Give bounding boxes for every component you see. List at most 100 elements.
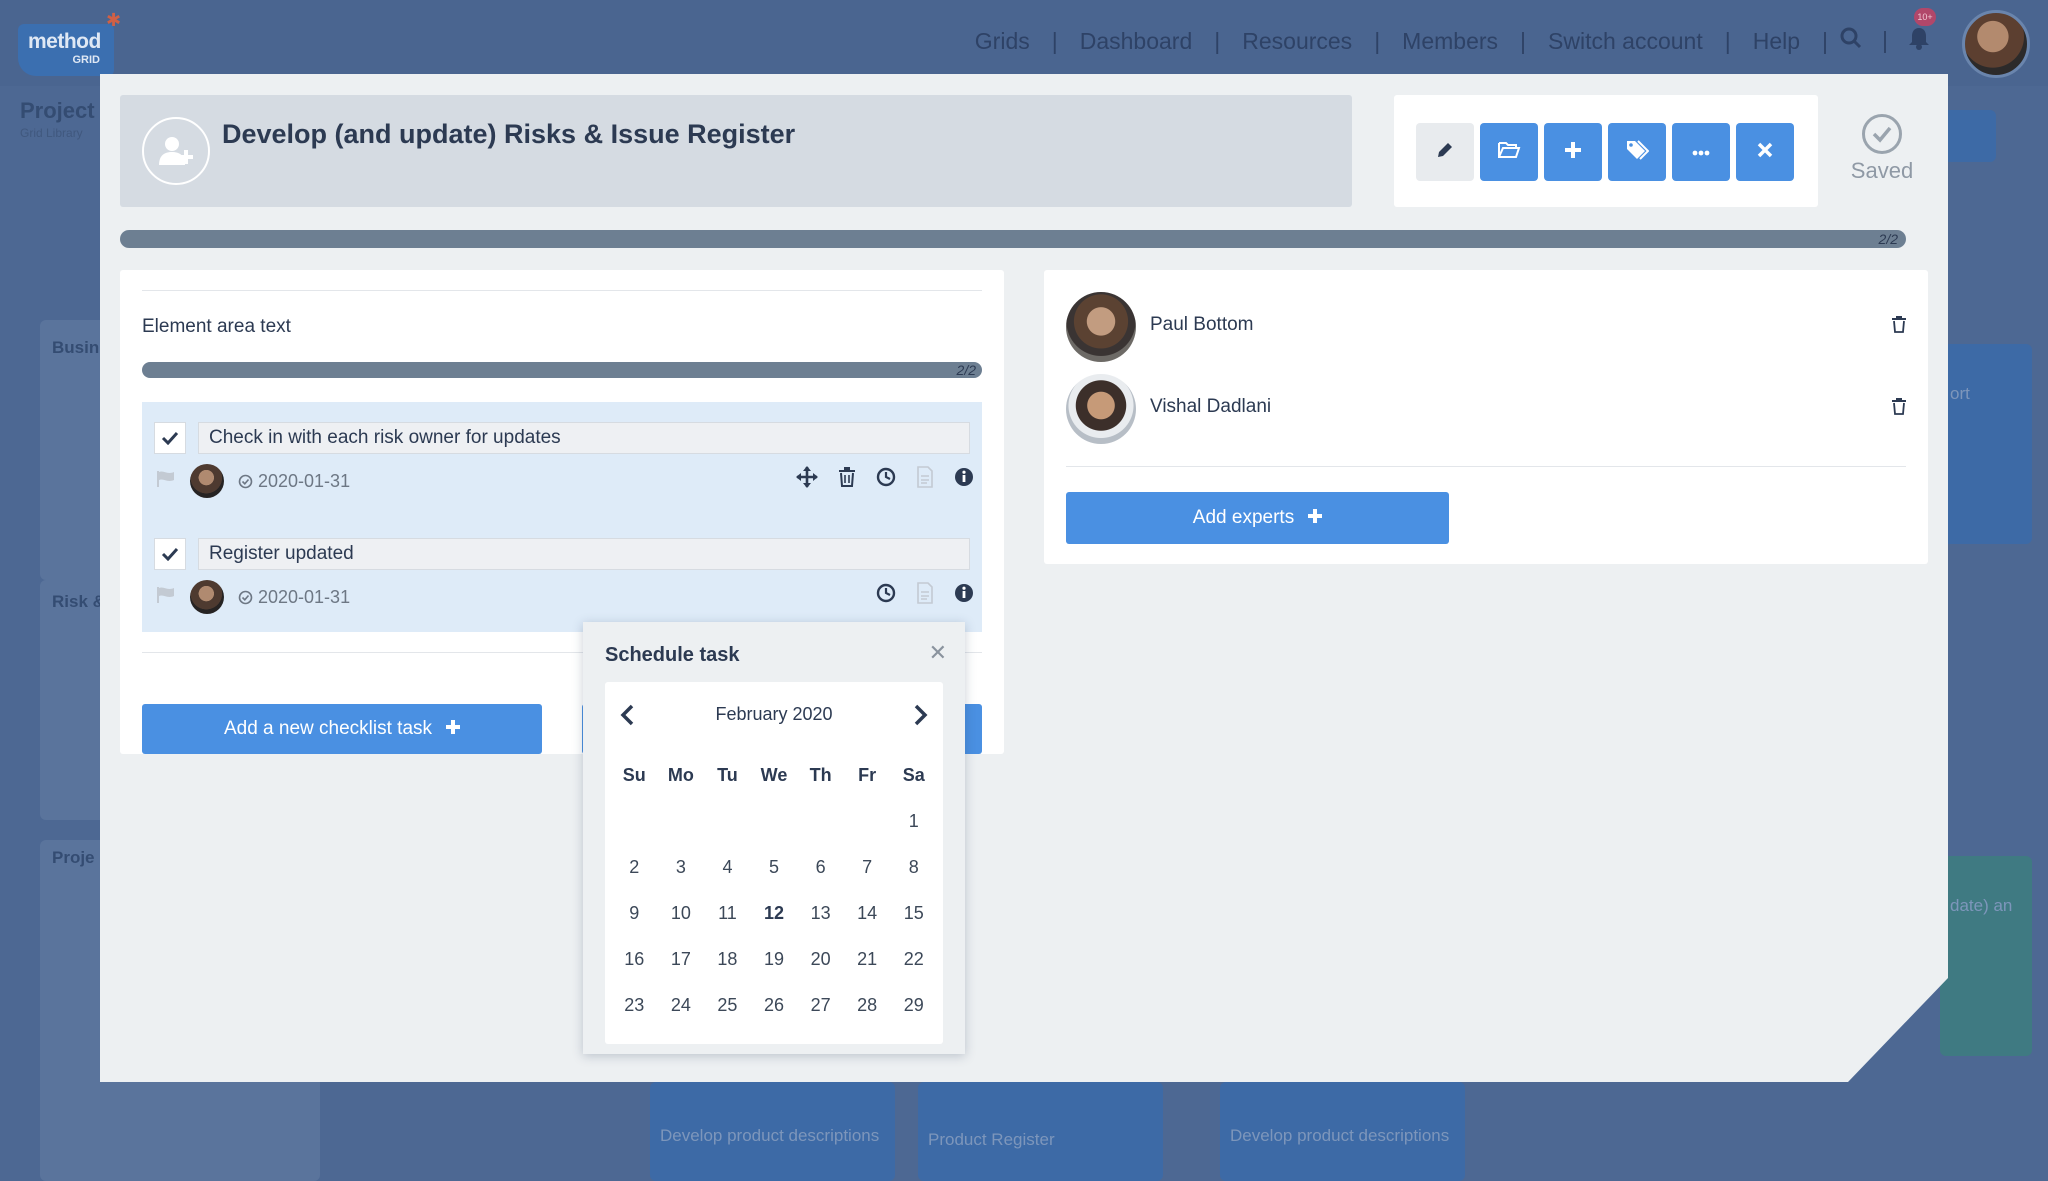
calendar-day[interactable]: 8	[890, 857, 937, 878]
page-title: Project	[20, 98, 95, 123]
nav-link-members[interactable]: Members	[1380, 28, 1520, 55]
edit-button[interactable]	[1416, 123, 1474, 181]
calendar-day[interactable]: 24	[658, 995, 705, 1016]
close-icon[interactable]: ✕	[929, 640, 947, 666]
weekday-header: Su Mo Tu We Th Fr Sa	[611, 752, 937, 798]
open-folder-button[interactable]	[1480, 123, 1538, 181]
assignee-avatar[interactable]	[190, 464, 224, 498]
bell-icon[interactable]	[1908, 26, 1930, 55]
checklist-item-meta: 2020-01-31	[156, 464, 350, 498]
divider	[142, 290, 982, 291]
clock-icon[interactable]	[876, 467, 896, 492]
checklist: Check in with each risk owner for update…	[142, 402, 982, 632]
search-icon[interactable]	[1840, 27, 1862, 54]
close-icon	[1757, 142, 1773, 163]
document-icon[interactable]	[916, 582, 934, 609]
calendar-day[interactable]: 14	[844, 903, 891, 924]
notification-badge: 10+	[1914, 8, 1936, 26]
chevron-right-icon[interactable]	[905, 700, 935, 730]
nav-icons: |	[1840, 26, 1930, 55]
assign-user-icon[interactable]	[142, 117, 210, 185]
calendar-day[interactable]: 9	[611, 903, 658, 924]
calendar-week: 23 24 25 26 27 28 29	[611, 982, 937, 1028]
checklist-progress-label: 2/2	[956, 362, 976, 378]
calendar-day[interactable]: 6	[797, 857, 844, 878]
calendar-day[interactable]: 29	[890, 995, 937, 1016]
calendar-day[interactable]: 18	[704, 949, 751, 970]
method-grid-logo[interactable]: method GRID	[18, 24, 114, 76]
calendar-day[interactable]: 10	[658, 903, 705, 924]
user-avatar[interactable]	[1962, 10, 2030, 78]
experts-panel: Paul Bottom Vishal Dadlani Add experts	[1044, 270, 1928, 564]
calendar-day[interactable]: 16	[611, 949, 658, 970]
nav-link-resources[interactable]: Resources	[1220, 28, 1374, 55]
flag-icon[interactable]	[156, 586, 176, 609]
checklist-progress-bar: 2/2	[142, 362, 982, 378]
calendar-day[interactable]: 17	[658, 949, 705, 970]
calendar-day[interactable]: 5	[751, 857, 798, 878]
tags-button[interactable]	[1608, 123, 1666, 181]
nav-link-dashboard[interactable]: Dashboard	[1058, 28, 1215, 55]
calendar-day[interactable]: 25	[704, 995, 751, 1016]
add-button[interactable]	[1544, 123, 1602, 181]
calendar-day[interactable]: 21	[844, 949, 891, 970]
calendar-month: February 2020	[715, 704, 833, 724]
info-icon[interactable]	[954, 583, 974, 608]
background-card[interactable]: Develop product descriptions	[650, 1082, 895, 1181]
checklist-item-meta: 2020-01-31	[156, 580, 350, 614]
trash-icon[interactable]	[1892, 316, 1906, 338]
task-progress-label: 2/2	[1878, 231, 1898, 247]
calendar-week: 16 17 18 19 20 21 22	[611, 936, 937, 982]
calendar-day[interactable]: 20	[797, 949, 844, 970]
calendar-day[interactable]: 7	[844, 857, 891, 878]
nav-separator: |	[1882, 27, 1888, 53]
clock-icon[interactable]	[876, 583, 896, 608]
close-modal-button[interactable]	[1736, 123, 1794, 181]
calendar-day[interactable]: 11	[704, 903, 751, 924]
calendar-day[interactable]: 22	[890, 949, 937, 970]
calendar-day[interactable]: 15	[890, 903, 937, 924]
calendar-day[interactable]: 23	[611, 995, 658, 1016]
nav-link-switch-account[interactable]: Switch account	[1526, 28, 1725, 55]
nav-link-help[interactable]: Help	[1731, 28, 1822, 55]
calendar-day[interactable]: 2	[611, 857, 658, 878]
checklist-item: Check in with each risk owner for update…	[142, 402, 982, 502]
due-date[interactable]: 2020-01-31	[238, 587, 350, 608]
modal-header: Develop (and update) Risks & Issue Regis…	[120, 95, 1352, 207]
checklist-item-text[interactable]: Check in with each risk owner for update…	[198, 422, 970, 454]
trash-icon[interactable]	[838, 467, 856, 492]
document-icon[interactable]	[916, 466, 934, 493]
flag-icon[interactable]	[156, 470, 176, 493]
calendar-day[interactable]: 4	[704, 857, 751, 878]
checklist-checkbox[interactable]	[154, 422, 186, 454]
element-area-text[interactable]: Element area text	[142, 316, 291, 338]
calendar-day[interactable]: 3	[658, 857, 705, 878]
calendar-day[interactable]: 27	[797, 995, 844, 1016]
assignee-avatar[interactable]	[190, 580, 224, 614]
calendar-header: February 2020	[605, 700, 943, 730]
nav-link-grids[interactable]: Grids	[953, 28, 1052, 55]
move-icon[interactable]	[796, 466, 818, 493]
calendar-day[interactable]: 12	[751, 903, 798, 924]
ellipsis-icon	[1692, 143, 1710, 161]
add-experts-button[interactable]: Add experts	[1066, 492, 1449, 544]
expert-avatar[interactable]	[1066, 374, 1136, 444]
weekday-label: Tu	[717, 764, 738, 785]
trash-icon[interactable]	[1892, 398, 1906, 420]
background-card[interactable]: Product Register	[918, 1082, 1163, 1181]
background-card[interactable]: Develop product descriptions	[1220, 1082, 1465, 1181]
checklist-checkbox[interactable]	[154, 538, 186, 570]
page-fold-corner	[1848, 982, 1948, 1082]
calendar-day[interactable]: 1	[890, 811, 937, 832]
add-checklist-task-button[interactable]: Add a new checklist task	[142, 704, 542, 754]
due-date-text: 2020-01-31	[258, 586, 351, 607]
calendar-day[interactable]: 13	[797, 903, 844, 924]
calendar-day[interactable]: 26	[751, 995, 798, 1016]
more-options-button[interactable]	[1672, 123, 1730, 181]
calendar-day[interactable]: 19	[751, 949, 798, 970]
checklist-item-text[interactable]: Register updated	[198, 538, 970, 570]
expert-avatar[interactable]	[1066, 292, 1136, 362]
calendar-day[interactable]: 28	[844, 995, 891, 1016]
due-date[interactable]: 2020-01-31	[238, 471, 350, 492]
info-icon[interactable]	[954, 467, 974, 492]
